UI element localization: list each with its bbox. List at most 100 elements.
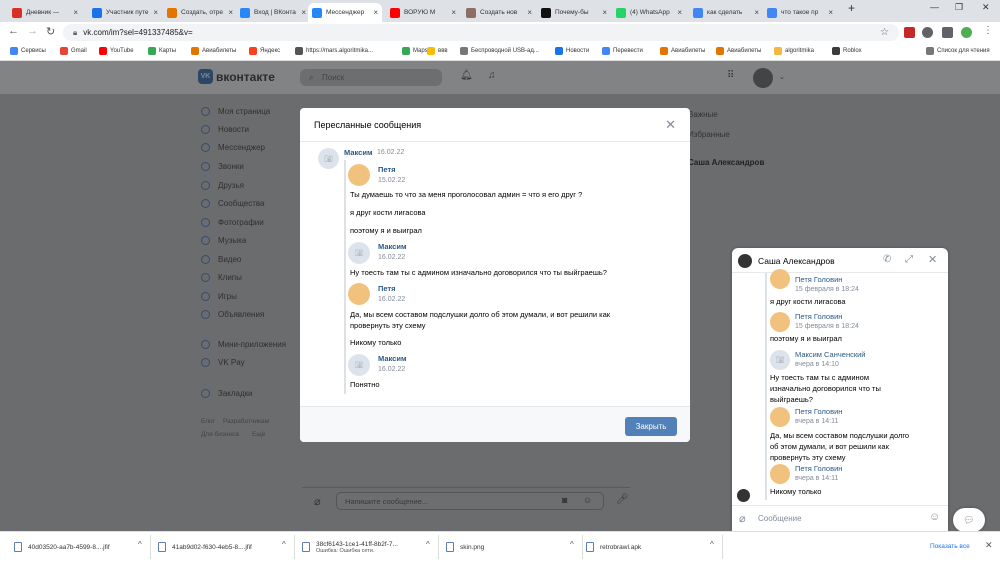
- bookmark-item[interactable]: Яндекс: [249, 47, 280, 55]
- browser-tab[interactable]: Вход | ВКонта ×: [236, 3, 310, 22]
- vk-menu-item[interactable]: Объявления: [201, 310, 264, 319]
- footer-link-blog[interactable]: Блог: [201, 418, 215, 425]
- browser-tab[interactable]: Почему-бы ×: [537, 3, 611, 22]
- tab-close-icon[interactable]: ×: [599, 8, 607, 17]
- download-item[interactable]: 38cf6143-1ce1-41ff-8b2f-7... Ошибка: Ошиб…: [302, 535, 398, 559]
- reading-list[interactable]: Список для чтения: [926, 47, 990, 55]
- tab-close-icon[interactable]: ×: [225, 8, 233, 17]
- download-menu-icon[interactable]: ^: [570, 540, 574, 549]
- vk-menu-item[interactable]: Сообщества: [201, 199, 264, 208]
- side-list-important[interactable]: Важные: [688, 110, 718, 119]
- download-menu-icon[interactable]: ^: [710, 540, 714, 549]
- chat-close-icon[interactable]: ✕: [928, 253, 937, 266]
- download-item[interactable]: 41ab9d02-f630-4eb5-8....jfif: [158, 535, 252, 559]
- vk-menu-item[interactable]: Мессенджер: [201, 143, 265, 152]
- forward-sender-name[interactable]: Максим: [344, 148, 373, 157]
- profile-avatar-icon[interactable]: [961, 27, 972, 38]
- media-queue-icon[interactable]: [942, 27, 953, 38]
- download-menu-icon[interactable]: ^: [426, 540, 430, 549]
- vk-menu-item[interactable]: Фотографии: [201, 218, 264, 227]
- vk-menu-item[interactable]: Видео: [201, 255, 241, 264]
- address-bar[interactable]: 🔒︎ vk.com/im?sel=491337485&v= ☆: [63, 24, 899, 41]
- vk-search-input[interactable]: Поиск: [300, 69, 442, 86]
- chat-message-author[interactable]: Петя Головин: [795, 464, 842, 473]
- vk-logo[interactable]: VK вконтакте: [198, 69, 275, 84]
- apps-grid-icon[interactable]: ⠿: [727, 70, 734, 81]
- tab-close-icon[interactable]: ×: [298, 8, 306, 17]
- download-item[interactable]: 40d03520-aa7b-4599-8....jfif: [14, 535, 110, 559]
- vk-menu-item[interactable]: Игры: [201, 292, 237, 301]
- bookmark-item[interactable]: Новости: [555, 47, 589, 55]
- menu-dots-icon[interactable]: ⋮: [983, 25, 993, 36]
- vk-menu-item[interactable]: Клипы: [201, 273, 242, 282]
- bookmark-item[interactable]: Карты: [148, 47, 176, 55]
- chat-avatar[interactable]: [738, 254, 752, 268]
- attach-icon[interactable]: ⌀: [314, 495, 321, 508]
- tab-close-icon[interactable]: ×: [448, 8, 456, 17]
- message-author[interactable]: Петя: [378, 284, 396, 293]
- download-menu-icon[interactable]: ^: [282, 540, 286, 549]
- browser-tab[interactable]: Дневник — ×: [8, 3, 82, 22]
- forward-icon[interactable]: →: [27, 25, 38, 37]
- attach-icon[interactable]: ⌀: [739, 512, 746, 525]
- restore-icon[interactable]: ❐: [955, 2, 963, 13]
- extensions-puzzle-icon[interactable]: [922, 27, 933, 38]
- chevron-down-icon[interactable]: ⌄: [779, 73, 785, 81]
- chat-message-author[interactable]: Петя Головин: [795, 407, 842, 416]
- bookmark-item[interactable]: Беспроводной USB-ад...: [460, 47, 539, 55]
- vk-menu-item[interactable]: VK Pay: [201, 358, 245, 367]
- new-tab-button[interactable]: +: [848, 1, 855, 15]
- tab-close-icon[interactable]: ×: [150, 8, 158, 17]
- emoji-icon[interactable]: ☺: [929, 511, 940, 523]
- vk-menu-item[interactable]: Звонки: [201, 162, 244, 171]
- microphone-icon[interactable]: 🎤︎: [616, 494, 629, 505]
- tab-close-icon[interactable]: ×: [370, 8, 378, 17]
- bookmark-item[interactable]: Авиабилеты: [191, 47, 236, 55]
- bookmark-star-icon[interactable]: ☆: [880, 27, 889, 38]
- vk-menu-item[interactable]: Друзья: [201, 181, 244, 190]
- downloads-close-icon[interactable]: ✕: [985, 540, 993, 551]
- browser-tab[interactable]: Участник путе ×: [88, 3, 162, 22]
- vk-menu-item[interactable]: Мини-приложения: [201, 340, 286, 349]
- bookmark-item[interactable]: Перевести: [602, 47, 643, 55]
- vk-menu-item[interactable]: Моя страница: [201, 107, 270, 116]
- chat-message-author[interactable]: Петя Головин: [795, 312, 842, 321]
- browser-tab[interactable]: Мессенджер ×: [308, 3, 382, 22]
- reload-icon[interactable]: ↻: [46, 25, 55, 38]
- vk-menu-item[interactable]: Новости: [201, 125, 249, 134]
- browser-tab[interactable]: как сделать ×: [689, 3, 763, 22]
- footer-link-more[interactable]: Ещё: [252, 431, 265, 438]
- bookmark-item[interactable]: Maps: [402, 47, 428, 55]
- bookmark-item[interactable]: Сервисы: [10, 47, 46, 55]
- browser-tab[interactable]: Создать, отре ×: [163, 3, 237, 22]
- expand-icon[interactable]: ⤢: [905, 254, 913, 265]
- vk-menu-item[interactable]: Закладки: [201, 389, 253, 398]
- show-all-downloads[interactable]: Показать все: [930, 543, 970, 550]
- chat-message-input[interactable]: Сообщение: [758, 514, 802, 523]
- chat-bubble-icon[interactable]: 💬︎: [953, 508, 985, 532]
- window-close-icon[interactable]: ✕: [982, 2, 990, 13]
- modal-close-icon[interactable]: ✕: [665, 117, 676, 133]
- bookmark-item[interactable]: Roblox: [832, 47, 862, 55]
- tab-close-icon[interactable]: ×: [751, 8, 759, 17]
- bookmark-item[interactable]: ввв: [427, 47, 448, 55]
- close-button[interactable]: Закрыть: [625, 417, 677, 436]
- browser-tab[interactable]: Создать нов ×: [462, 3, 536, 22]
- footer-link-business[interactable]: Для бизнеса: [201, 431, 239, 438]
- bookmark-item[interactable]: YouTube: [99, 47, 134, 55]
- chat-title[interactable]: Саша Александров: [758, 256, 835, 266]
- phone-icon[interactable]: ✆: [883, 254, 891, 265]
- side-list-sasha[interactable]: Саша Александров: [688, 158, 764, 167]
- emoji-icon[interactable]: ☺: [583, 495, 592, 505]
- tab-close-icon[interactable]: ×: [674, 8, 682, 17]
- browser-tab[interactable]: (4) WhatsApp ×: [612, 3, 686, 22]
- camera-icon[interactable]: ◙: [562, 495, 567, 505]
- bookmark-item[interactable]: https://mars.algoritmika...: [295, 47, 373, 55]
- download-item[interactable]: retrobrawl.apk: [586, 535, 641, 559]
- tab-close-icon[interactable]: ×: [524, 8, 532, 17]
- bell-icon[interactable]: 🔔︎: [460, 70, 473, 81]
- bookmark-item[interactable]: Авиабилеты: [716, 47, 761, 55]
- download-item[interactable]: skin.png: [446, 535, 484, 559]
- extension-badge-icon[interactable]: [904, 27, 915, 38]
- bookmark-item[interactable]: Gmail: [60, 47, 87, 55]
